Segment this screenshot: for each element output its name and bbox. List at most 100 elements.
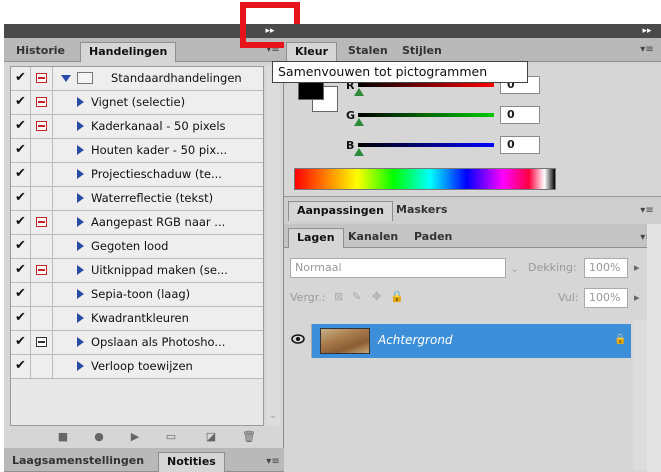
slider-b-thumb[interactable] <box>354 148 364 156</box>
toggle-cell[interactable]: ✔ <box>11 355 31 378</box>
action-row[interactable]: ✔ Aangepast RGB naar ... <box>11 211 263 235</box>
toggle-cell[interactable]: ✔ <box>11 211 31 234</box>
toggle-cell[interactable]: ✔ <box>11 115 31 138</box>
new-action-icon[interactable]: ◪ <box>204 431 218 443</box>
tab-channels[interactable]: Kanalen <box>340 228 406 248</box>
collapse-triangle-icon[interactable] <box>77 97 84 107</box>
action-row[interactable]: ✔ Waterreflectie (tekst) <box>11 187 263 211</box>
tab-history[interactable]: Historie <box>8 42 73 62</box>
tab-swatches[interactable]: Stalen <box>340 42 396 62</box>
dialog-toggle-cell[interactable] <box>31 91 53 114</box>
panel-menu-icon[interactable]: ▾≡ <box>640 205 654 217</box>
workspace-scrollbar[interactable] <box>647 224 661 472</box>
collapse-triangle-icon[interactable] <box>77 289 84 299</box>
slider-g-track[interactable] <box>358 113 494 117</box>
dialog-toggle-cell[interactable] <box>31 187 53 210</box>
dialog-toggle-cell[interactable] <box>31 211 53 234</box>
slider-g-value[interactable]: 0 <box>500 106 540 124</box>
tab-paths[interactable]: Paden <box>406 228 460 248</box>
tab-layer-comps[interactable]: Laagsamenstellingen <box>4 452 152 472</box>
dialog-toggle-cell[interactable] <box>31 259 53 282</box>
action-row[interactable]: ✔ Kwadrantkleuren <box>11 307 263 331</box>
collapse-triangle-icon[interactable] <box>77 313 84 323</box>
scroll-down-icon[interactable]: ⌄ <box>267 410 279 422</box>
expand-triangle-icon[interactable] <box>61 75 71 82</box>
dialog-toggle-cell[interactable] <box>31 115 53 138</box>
collapse-triangle-icon[interactable] <box>77 145 84 155</box>
action-row[interactable]: ✔ Opslaan als Photosho... <box>11 331 263 355</box>
dialog-toggle-cell[interactable] <box>31 331 53 354</box>
stop-icon[interactable]: ■ <box>56 431 70 443</box>
action-set-row[interactable]: ✔ Standaardhandelingen <box>11 67 263 91</box>
toggle-cell[interactable]: ✔ <box>11 163 31 186</box>
slider-r-thumb[interactable] <box>354 88 364 96</box>
toggle-cell[interactable]: ✔ <box>11 235 31 258</box>
fill-arrow-icon[interactable]: ▸ <box>634 291 640 304</box>
toggle-cell[interactable]: ✔ <box>11 187 31 210</box>
action-row[interactable]: ✔ Gegoten lood <box>11 235 263 259</box>
lock-move-icon[interactable]: ✥ <box>372 290 381 303</box>
toggle-cell[interactable]: ✔ <box>11 91 31 114</box>
action-row[interactable]: ✔ Kaderkanaal - 50 pixels <box>11 115 263 139</box>
toggle-cell[interactable]: ✔ <box>11 259 31 282</box>
tab-color[interactable]: Kleur <box>286 42 338 62</box>
dialog-toggle-cell[interactable] <box>31 139 53 162</box>
record-icon[interactable]: ● <box>92 431 106 443</box>
blend-mode-select[interactable]: Normaal <box>290 258 506 278</box>
action-row[interactable]: ✔ Vignet (selectie) <box>11 91 263 115</box>
action-row[interactable]: ✔ Uitknippad maken (se... <box>11 259 263 283</box>
tab-masks[interactable]: Maskers <box>388 201 455 221</box>
tab-adjustments[interactable]: Aanpassingen <box>288 201 393 221</box>
collapse-triangle-icon[interactable] <box>77 337 84 347</box>
collapse-triangle-icon[interactable] <box>77 169 84 179</box>
dialog-toggle-cell[interactable] <box>31 307 53 330</box>
opacity-arrow-icon[interactable]: ▸ <box>634 261 640 274</box>
dialog-toggle-cell[interactable] <box>31 235 53 258</box>
opacity-input[interactable]: 100% <box>584 258 628 278</box>
collapse-triangle-icon[interactable] <box>77 121 84 131</box>
tab-styles[interactable]: Stijlen <box>394 42 450 62</box>
fill-input[interactable]: 100% <box>584 288 628 308</box>
visibility-eye-icon[interactable] <box>286 324 312 358</box>
panel-menu-icon[interactable]: ▾≡ <box>266 456 280 468</box>
slider-r-track[interactable] <box>358 83 494 87</box>
collapse-triangle-icon[interactable] <box>77 265 84 275</box>
lock-brush-icon[interactable]: ✎ <box>352 290 361 303</box>
layers-scrollbar[interactable] <box>633 320 647 470</box>
action-row[interactable]: ✔ Sepia-toon (laag) <box>11 283 263 307</box>
collapse-triangle-icon[interactable] <box>77 361 84 371</box>
dialog-toggle-cell[interactable] <box>31 355 53 378</box>
slider-b-value[interactable]: 0 <box>500 136 540 154</box>
lock-transparency-icon[interactable]: ⊠ <box>334 290 343 303</box>
action-row[interactable]: ✔ Verloop toewijzen <box>11 355 263 379</box>
slider-b-track[interactable] <box>358 143 494 147</box>
toggle-cell[interactable]: ✔ <box>11 139 31 162</box>
dialog-toggle-cell[interactable] <box>31 67 53 90</box>
toggle-cell[interactable]: ✔ <box>11 331 31 354</box>
play-icon[interactable]: ▶ <box>128 431 142 443</box>
layer-thumbnail[interactable] <box>320 328 370 354</box>
collapse-triangle-icon[interactable] <box>77 217 84 227</box>
dialog-toggle-cell[interactable] <box>31 163 53 186</box>
toggle-cell[interactable]: ✔ <box>11 307 31 330</box>
actions-list-scrollbar[interactable] <box>266 66 280 426</box>
tab-layers[interactable]: Lagen <box>288 228 344 248</box>
dialog-toggle-cell[interactable] <box>31 283 53 306</box>
new-set-icon[interactable]: ▭ <box>164 431 178 443</box>
tab-notes[interactable]: Notities <box>158 452 225 472</box>
lock-all-icon[interactable]: 🔒 <box>390 290 404 303</box>
action-row[interactable]: ✔ Houten kader - 50 pix... <box>11 139 263 163</box>
toggle-cell[interactable]: ✔ <box>11 67 31 90</box>
color-spectrum-bar[interactable] <box>294 168 556 190</box>
collapse-to-icons-button-right[interactable]: ▸▸ <box>636 24 658 38</box>
layer-name[interactable]: Achtergrond <box>378 333 453 347</box>
collapse-triangle-icon[interactable] <box>77 193 84 203</box>
collapse-triangle-icon[interactable] <box>77 241 84 251</box>
panel-menu-icon[interactable]: ▾≡ <box>640 44 654 56</box>
blend-dropdown-icon[interactable]: ⌄ <box>510 262 519 275</box>
slider-g-thumb[interactable] <box>354 118 364 126</box>
toggle-cell[interactable]: ✔ <box>11 283 31 306</box>
action-row[interactable]: ✔ Projectieschaduw (te... <box>11 163 263 187</box>
trash-icon[interactable]: 🗑 <box>242 431 256 443</box>
tab-actions[interactable]: Handelingen <box>80 42 177 62</box>
